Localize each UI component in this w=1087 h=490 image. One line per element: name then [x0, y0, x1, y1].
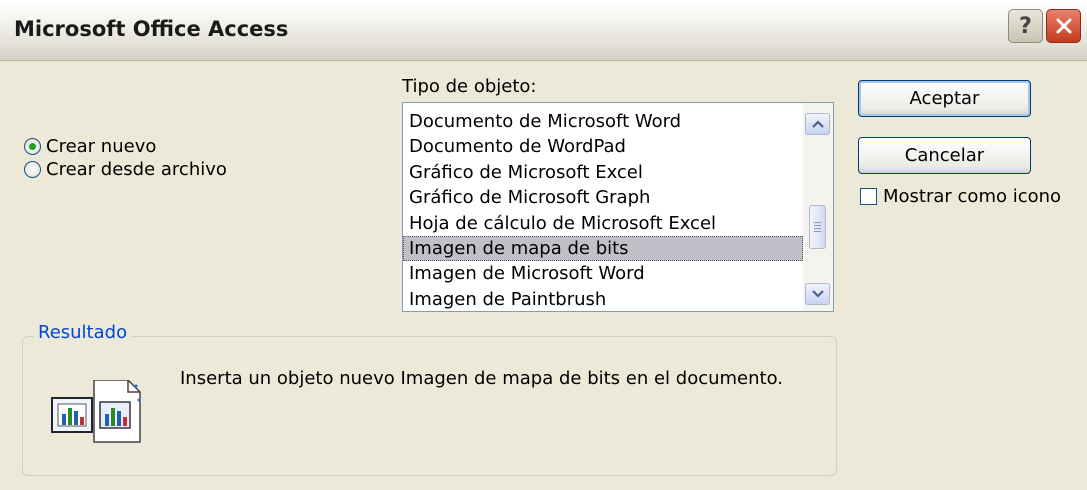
show-as-icon-label: Mostrar como icono	[883, 186, 1062, 207]
show-as-icon-checkbox-row[interactable]: Mostrar como icono	[860, 186, 1061, 207]
chevron-up-icon	[811, 120, 824, 128]
list-item[interactable]: Hoja de cálculo de Microsoft Excel	[403, 211, 803, 236]
chevron-down-icon	[811, 290, 824, 298]
result-description: Inserta un objeto nuevo Imagen de mapa d…	[180, 368, 784, 389]
radio-create-new-label: Crear nuevo	[46, 136, 157, 157]
radio-create-new[interactable]: Crear nuevo	[24, 136, 156, 157]
bitmap-objects-icon	[50, 379, 144, 449]
window-title: Microsoft Office Access	[14, 17, 289, 41]
ok-button[interactable]: Aceptar	[858, 80, 1031, 117]
object-type-label: Tipo de objeto:	[402, 76, 537, 97]
object-type-list[interactable]: Documento de Microsoft Word Documento de…	[402, 102, 834, 312]
close-button[interactable]	[1046, 9, 1081, 43]
cancel-button[interactable]: Cancelar	[858, 137, 1031, 174]
scroll-up-button[interactable]	[805, 113, 830, 135]
radio-create-from-file-label: Crear desde archivo	[46, 159, 227, 180]
title-bar[interactable]: Microsoft Office Access ?	[0, 0, 1087, 61]
list-item[interactable]: Imagen de Microsoft Word	[403, 261, 803, 286]
list-item-selected[interactable]: Imagen de mapa de bits	[403, 235, 803, 262]
list-scrollbar[interactable]	[803, 103, 833, 311]
radio-create-new-circle[interactable]	[24, 138, 41, 155]
list-item[interactable]: Gráfico de Microsoft Excel	[403, 160, 803, 185]
scroll-down-button[interactable]	[805, 283, 830, 305]
ok-button-label: Aceptar	[909, 88, 980, 109]
list-item[interactable]: Imagen de Paintbrush	[403, 287, 803, 312]
list-item[interactable]: Documento de Microsoft Word	[403, 109, 803, 134]
radio-create-from-file[interactable]: Crear desde archivo	[24, 159, 227, 180]
close-x-icon	[1056, 18, 1071, 34]
cancel-button-label: Cancelar	[904, 145, 985, 166]
radio-create-from-file-circle[interactable]	[24, 161, 41, 178]
show-as-icon-checkbox[interactable]	[860, 188, 877, 205]
help-button[interactable]: ?	[1008, 9, 1043, 43]
help-label: ?	[1019, 13, 1032, 39]
result-legend: Resultado	[34, 322, 132, 343]
result-group	[22, 336, 837, 476]
list-item[interactable]: Documento de WordPad	[403, 134, 803, 159]
scroll-thumb[interactable]	[809, 205, 826, 249]
list-item[interactable]: Gráfico de Microsoft Graph	[403, 185, 803, 210]
